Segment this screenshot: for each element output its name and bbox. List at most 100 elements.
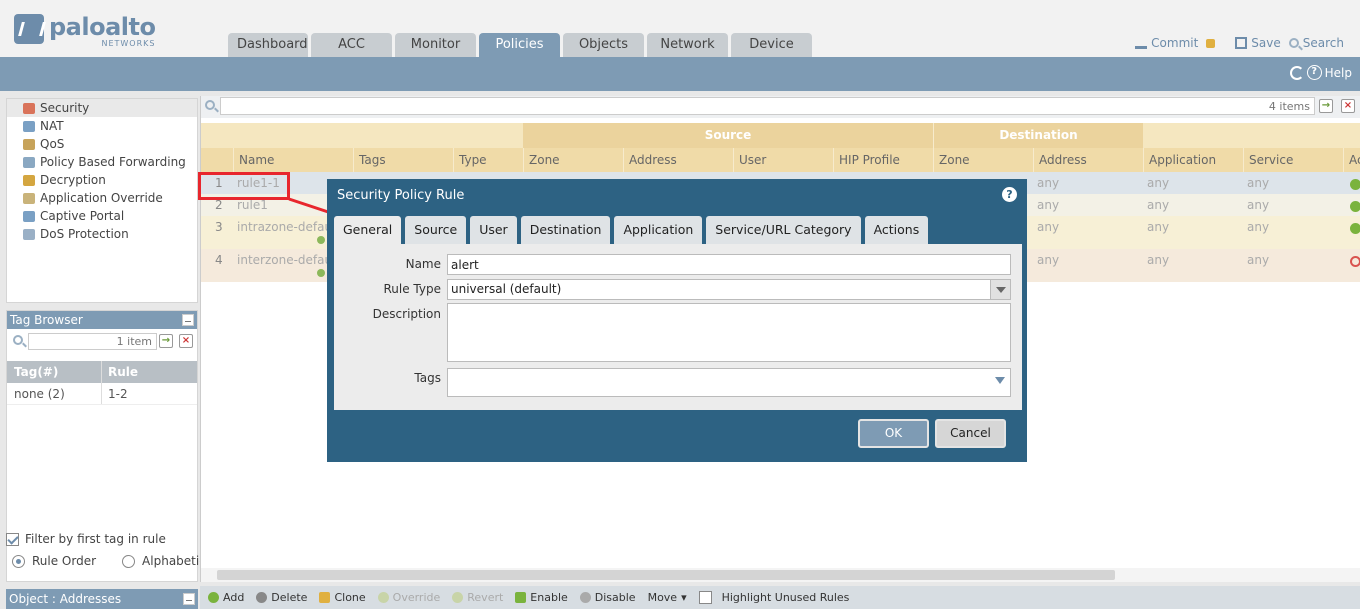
tab-user[interactable]: User — [470, 216, 517, 244]
tab-application[interactable]: Application — [614, 216, 703, 244]
filter-first-tag[interactable]: Filter by first tag in rule — [6, 532, 166, 546]
commit-button[interactable]: Commit — [1135, 36, 1198, 50]
rule-type-select[interactable]: universal (default) — [447, 279, 1011, 300]
highlight-label: Highlight Unused Rules — [721, 591, 850, 604]
dst-address-cell: any — [1037, 198, 1060, 212]
clone-button[interactable]: Clone — [319, 591, 366, 604]
tags-dropdown-icon[interactable] — [995, 377, 1005, 384]
dialog-title: Security Policy Rule — [337, 188, 465, 203]
save-button[interactable]: Save — [1235, 36, 1281, 50]
tab-policies[interactable]: Policies — [479, 33, 560, 57]
application-cell: any — [1147, 176, 1170, 190]
move-button[interactable]: Move ▾ — [648, 591, 687, 604]
col-src-user[interactable]: User — [733, 148, 833, 172]
allow-icon — [1350, 201, 1360, 212]
refresh-icon[interactable] — [1290, 66, 1304, 80]
add-button[interactable]: Add — [208, 591, 244, 604]
col-application[interactable]: Application — [1143, 148, 1243, 172]
nav-item-security[interactable]: Security — [7, 99, 197, 117]
col-dst-address[interactable]: Address — [1033, 148, 1143, 172]
nav-item-captive-portal[interactable]: Captive Portal — [7, 207, 197, 225]
table-row[interactable]: none (2) 1-2 — [7, 383, 197, 405]
rule-name[interactable]: intrazone-default — [237, 220, 340, 234]
row-number: 2 — [215, 198, 223, 212]
qos-icon — [23, 138, 35, 150]
cancel-button[interactable]: Cancel — [935, 419, 1006, 448]
nav-item-decryption[interactable]: Decryption — [7, 171, 197, 189]
tab-service-url-category[interactable]: Service/URL Category — [706, 216, 861, 244]
col-type[interactable]: Type — [453, 148, 523, 172]
nav-item-pbf[interactable]: Policy Based Forwarding — [7, 153, 197, 171]
policy-nav: Security NAT QoS Policy Based Forwarding… — [6, 98, 198, 303]
alphabetical-radio[interactable] — [122, 554, 136, 568]
service-cell: any — [1247, 220, 1270, 234]
ok-button[interactable]: OK — [858, 419, 929, 448]
security-icon — [23, 102, 35, 114]
apply-filter-icon[interactable]: → — [159, 334, 173, 348]
name-input[interactable] — [447, 254, 1011, 275]
help-icon[interactable]: ? — [1002, 187, 1017, 202]
nav-item-nat[interactable]: NAT — [7, 117, 197, 135]
clear-filter-icon[interactable]: × — [1341, 99, 1355, 113]
dialog-tabs: General Source User Destination Applicat… — [334, 216, 932, 244]
tab-actions[interactable]: Actions — [864, 216, 929, 244]
clear-filter-icon[interactable]: × — [179, 334, 193, 348]
minimize-icon[interactable] — [183, 593, 195, 605]
nav-item-app-override[interactable]: Application Override — [7, 189, 197, 207]
chevron-down-icon[interactable] — [990, 280, 1010, 299]
col-service[interactable]: Service — [1243, 148, 1343, 172]
enable-button[interactable]: Enable — [515, 591, 568, 604]
search-button[interactable]: Search — [1288, 36, 1344, 50]
revert-button[interactable]: Revert — [452, 591, 503, 604]
deny-icon — [1350, 256, 1360, 267]
tab-dashboard[interactable]: Dashboard — [228, 33, 308, 57]
nav-item-qos[interactable]: QoS — [7, 135, 197, 153]
blue-toolbar: ? Help — [0, 57, 1360, 91]
object-panel-header: Object : Addresses — [6, 589, 198, 609]
minimize-icon[interactable] — [182, 314, 194, 326]
rule-name[interactable]: rule1 — [237, 198, 268, 212]
highlight-checkbox[interactable] — [698, 591, 712, 604]
col-hip-profile[interactable]: HIP Profile — [833, 148, 933, 172]
col-src-address[interactable]: Address — [623, 148, 733, 172]
rule-order-radio[interactable] — [12, 554, 25, 568]
delete-button[interactable]: Delete — [256, 591, 307, 604]
lock-icon[interactable] — [1206, 38, 1216, 48]
rule-name[interactable]: interzone-default — [237, 253, 340, 267]
filter-label: Filter by first tag in rule — [25, 532, 166, 546]
name-label: Name — [405, 257, 441, 271]
col-dst-zone[interactable]: Zone — [933, 148, 1033, 172]
tab-acc[interactable]: ACC — [311, 33, 392, 57]
col-name[interactable]: Name — [233, 148, 353, 172]
tab-monitor[interactable]: Monitor — [395, 33, 476, 57]
description-input[interactable] — [447, 303, 1011, 362]
tab-objects[interactable]: Objects — [563, 33, 644, 57]
service-cell: any — [1247, 198, 1270, 212]
top-actions: Commit Save Search — [1135, 36, 1344, 50]
tab-general[interactable]: General — [334, 216, 402, 244]
highlight-unused-toggle[interactable]: Highlight Unused Rules — [698, 591, 850, 604]
tags-input[interactable] — [447, 368, 1011, 397]
filter-checkbox[interactable] — [6, 532, 19, 546]
nav-label: Application Override — [40, 191, 163, 205]
service-cell: any — [1247, 176, 1270, 190]
rules-search-input[interactable] — [220, 97, 1315, 115]
scrollbar-thumb[interactable] — [217, 570, 1115, 580]
tab-device[interactable]: Device — [731, 33, 812, 57]
col-rule[interactable]: Rule — [102, 361, 138, 383]
tab-destination[interactable]: Destination — [520, 216, 611, 244]
help-button[interactable]: ? Help — [1306, 65, 1352, 80]
col-src-zone[interactable]: Zone — [523, 148, 623, 172]
security-policy-rule-dialog: Security Policy Rule ? General Source Us… — [327, 179, 1027, 462]
apply-filter-icon[interactable]: → — [1319, 99, 1333, 113]
nav-item-dos[interactable]: DoS Protection — [7, 225, 197, 243]
tag-search-input[interactable] — [28, 333, 157, 350]
disable-button[interactable]: Disable — [579, 591, 636, 604]
override-button[interactable]: Override — [377, 591, 440, 604]
tab-network[interactable]: Network — [647, 33, 728, 57]
horizontal-scrollbar[interactable] — [201, 568, 1360, 582]
col-action[interactable]: Ac — [1343, 148, 1360, 172]
tab-source[interactable]: Source — [405, 216, 467, 244]
col-tags[interactable]: Tags — [353, 148, 453, 172]
col-tag[interactable]: Tag(#) — [7, 361, 102, 383]
